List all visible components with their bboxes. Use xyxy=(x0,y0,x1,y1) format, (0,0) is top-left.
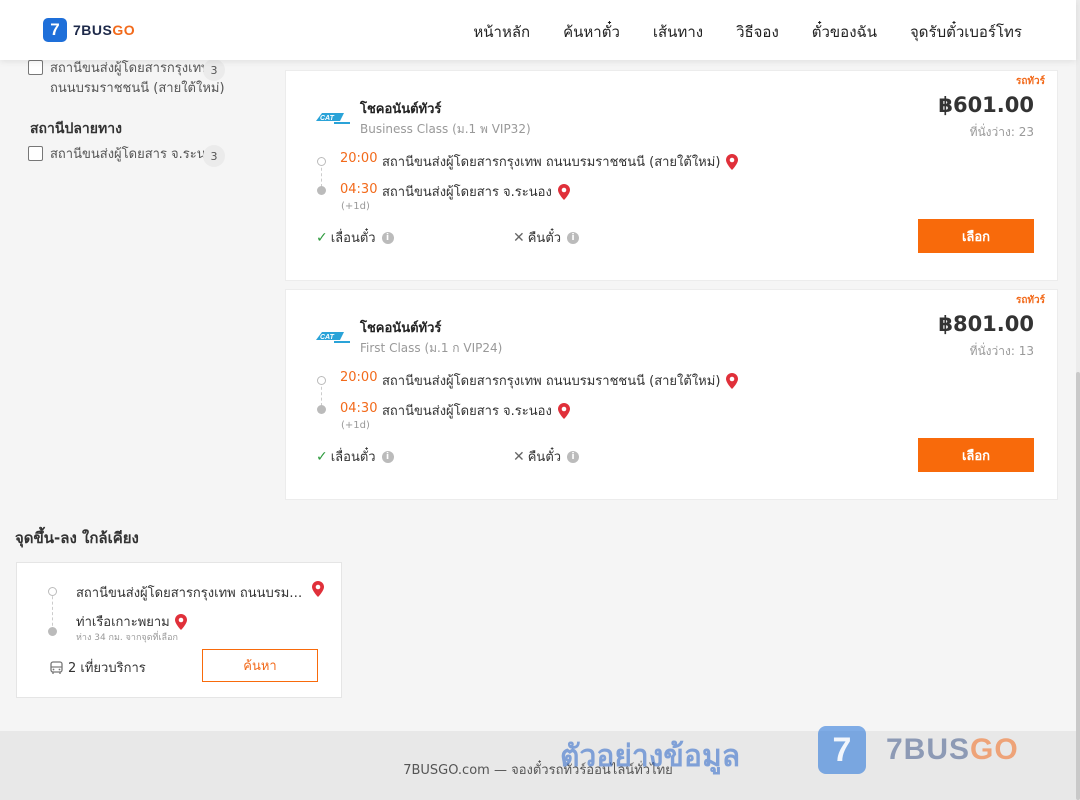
next-day-indicator: (+1d) xyxy=(341,420,370,431)
trip-card: รถทัวร์ CAT โชคอนันต์ทัวร์ First Class (… xyxy=(285,289,1058,500)
refund-ticket-feature: ✕ คืนตั๋ว i xyxy=(513,446,580,467)
arrival-dot xyxy=(317,405,326,414)
departure-dot xyxy=(317,376,326,385)
trip-tag: รถทัวร์ xyxy=(1015,76,1045,87)
map-pin-icon[interactable] xyxy=(312,581,324,597)
info-icon[interactable]: i xyxy=(381,450,394,463)
trip-tag: รถทัวร์ xyxy=(1015,295,1045,306)
map-pin-icon[interactable] xyxy=(174,613,187,630)
origin-count-badge: 3 xyxy=(203,59,225,81)
operator-name: โชคอนันต์ทัวร์ xyxy=(360,102,442,117)
nav-ticket-pickup[interactable]: จุดรับตั๋วเบอร์โทร xyxy=(910,20,1022,44)
info-icon[interactable]: i xyxy=(567,450,580,463)
nearby-destination-dot xyxy=(48,627,57,636)
logo-text: 7BUSGO xyxy=(73,22,136,38)
site-logo[interactable]: 7 7BUSGO xyxy=(43,18,135,42)
nearby-destination-label: ท่าเรือเกาะพยาม xyxy=(76,615,170,630)
trip-card: รถทัวร์ CAT โชคอนันต์ทัวร์ Business Clas… xyxy=(285,70,1058,281)
map-pin-icon[interactable] xyxy=(557,183,570,200)
map-pin-icon[interactable] xyxy=(557,402,570,419)
arrival-stop: สถานีขนส่งผู้โดยสาร จ.ระนอง xyxy=(382,400,570,421)
nearby-trip-count-label: 2 เที่ยวบริการ xyxy=(68,661,146,676)
departure-time: 20:00 xyxy=(340,370,378,385)
info-icon[interactable]: i xyxy=(567,231,580,244)
bus-logo-icon: CAT xyxy=(316,113,350,124)
departure-time: 20:00 xyxy=(340,151,378,166)
logo-badge: 7 xyxy=(43,18,67,42)
nav-search-ticket[interactable]: ค้นหาตั๋ว xyxy=(563,20,620,44)
watermark-brand: 7BUSGO xyxy=(886,733,1019,766)
seats-available: ที่นั่งว่าง: 23 xyxy=(969,125,1034,139)
filter-origin-item[interactable]: สถานีขนส่งผู้โดยสารกรุงเทพ ถนนบรมราชชนนี… xyxy=(28,59,230,99)
nearby-timeline xyxy=(52,591,53,631)
departure-stop-label: สถานีขนส่งผู้โดยสารกรุงเทพ ถนนบรมราชชนนี… xyxy=(382,374,721,389)
nearby-search-button[interactable]: ค้นหา xyxy=(202,649,318,682)
change-ticket-label: เลื่อนตั๋ว xyxy=(330,231,376,246)
main-nav: หน้าหลัก ค้นหาตั๋ว เส้นทาง วิธีจอง ตั๋วข… xyxy=(473,20,1022,44)
change-ticket-feature: ✓ เลื่อนตั๋ว i xyxy=(316,446,394,467)
ticket-price: ฿801.00 xyxy=(938,312,1034,336)
nav-how-to-book[interactable]: วิธีจอง xyxy=(736,20,779,44)
origin-checkbox[interactable] xyxy=(28,60,43,75)
top-header: 7 7BUSGO หน้าหลัก ค้นหาตั๋ว เส้นทาง วิธี… xyxy=(0,0,1076,60)
nearby-route-card: สถานีขนส่งผู้โดยสารกรุงเทพ ถนนบรมราชชนนี… xyxy=(16,562,342,698)
page-scrollbar[interactable] xyxy=(1076,0,1080,800)
bus-class: Business Class (ม.1 พ VIP32) xyxy=(360,122,531,136)
arrival-stop-label: สถานีขนส่งผู้โดยสาร จ.ระนอง xyxy=(382,185,552,200)
info-icon[interactable]: i xyxy=(381,231,394,244)
filter-destination-item[interactable]: สถานีขนส่งผู้โดยสาร จ.ระนอง xyxy=(28,145,230,165)
nearby-origin-dot xyxy=(48,587,57,596)
watermark-logo: 7 7BUSGO xyxy=(818,726,1019,774)
arrival-time: 04:30 xyxy=(340,182,378,197)
nav-routes[interactable]: เส้นทาง xyxy=(653,20,703,44)
change-ticket-feature: ✓ เลื่อนตั๋ว i xyxy=(316,227,394,248)
destination-checkbox[interactable] xyxy=(28,146,43,161)
bus-logo-icon: CAT xyxy=(316,332,350,343)
svg-text:CAT: CAT xyxy=(320,115,335,122)
watermark-badge: 7 xyxy=(818,726,866,774)
departure-stop: สถานีขนส่งผู้โดยสารกรุงเทพ ถนนบรมราชชนนี… xyxy=(382,151,739,172)
nearby-destination: ท่าเรือเกาะพยาม xyxy=(76,611,187,632)
select-trip-button[interactable]: เลือก xyxy=(918,219,1034,253)
svg-text:CAT: CAT xyxy=(320,334,335,341)
map-pin-icon[interactable] xyxy=(726,372,739,389)
refund-ticket-label: คืนตั๋ว xyxy=(527,450,562,465)
nearby-section-title: จุดขึ้น-ลง ใกล้เคียง xyxy=(15,529,139,547)
check-icon: ✓ xyxy=(316,229,328,246)
nearby-trip-count: 2 เที่ยวบริการ xyxy=(50,657,146,678)
refund-ticket-label: คืนตั๋ว xyxy=(527,231,562,246)
map-pin-icon[interactable] xyxy=(726,153,739,170)
check-icon: ✓ xyxy=(316,448,328,465)
arrival-dot xyxy=(317,186,326,195)
watermark-text: ตัวอย่างข้อมูล xyxy=(560,739,741,774)
departure-dot xyxy=(317,157,326,166)
nav-home[interactable]: หน้าหลัก xyxy=(473,20,530,44)
arrival-stop: สถานีขนส่งผู้โดยสาร จ.ระนอง xyxy=(382,181,570,202)
nav-my-tickets[interactable]: ตั๋วของฉัน xyxy=(812,20,877,44)
refund-ticket-feature: ✕ คืนตั๋ว i xyxy=(513,227,580,248)
ticket-price: ฿601.00 xyxy=(938,93,1034,117)
departure-stop: สถานีขนส่งผู้โดยสารกรุงเทพ ถนนบรมราชชนนี… xyxy=(382,370,739,391)
arrival-time: 04:30 xyxy=(340,401,378,416)
nearby-distance: ห่าง 34 กม. จากจุดที่เลือก xyxy=(76,633,178,643)
operator-name: โชคอนันต์ทัวร์ xyxy=(360,321,442,336)
change-ticket-label: เลื่อนตั๋ว xyxy=(330,450,376,465)
x-icon: ✕ xyxy=(513,448,525,465)
arrival-stop-label: สถานีขนส่งผู้โดยสาร จ.ระนอง xyxy=(382,404,552,419)
destination-count-badge: 3 xyxy=(203,145,225,167)
nearby-origin: สถานีขนส่งผู้โดยสารกรุงเทพ ถนนบรมราชชนนี… xyxy=(76,586,304,601)
bus-class: First Class (ม.1 ก VIP24) xyxy=(360,341,503,355)
select-trip-button[interactable]: เลือก xyxy=(918,438,1034,472)
seats-available: ที่นั่งว่าง: 13 xyxy=(969,344,1034,358)
departure-stop-label: สถานีขนส่งผู้โดยสารกรุงเทพ ถนนบรมราชชนนี… xyxy=(382,155,721,170)
scroll-thumb[interactable] xyxy=(1076,372,1080,800)
next-day-indicator: (+1d) xyxy=(341,201,370,212)
x-icon: ✕ xyxy=(513,229,525,246)
destination-filter-title: สถานีปลายทาง xyxy=(30,121,122,137)
bus-icon xyxy=(50,660,63,674)
